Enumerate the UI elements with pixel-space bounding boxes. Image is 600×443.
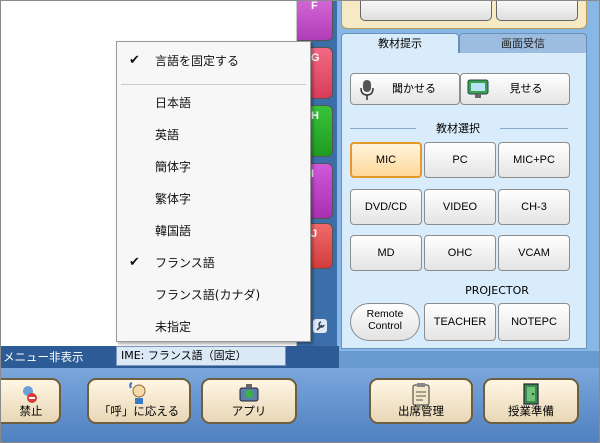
ime-status[interactable]: IME: フランス語（固定） — [116, 346, 286, 366]
apuri-button[interactable]: アプリ — [201, 378, 297, 424]
miseru-label: 見せる — [509, 83, 543, 95]
source-video-button[interactable]: VIDEO — [424, 189, 496, 225]
microphone-icon — [360, 80, 374, 100]
source-label: VIDEO — [442, 201, 478, 213]
application-window: F G H I J 教材提示 画面受信 聞かせる 見せる 教材選択 MIC PC… — [0, 0, 600, 443]
jugyo-button[interactable]: 授業準備 — [483, 378, 579, 424]
source-mic-pc-button[interactable]: MIC+PC — [498, 142, 570, 178]
kinshi-label: 禁止 — [19, 406, 43, 418]
menu-item-korean[interactable]: 韓国語 — [117, 218, 310, 244]
divider — [350, 128, 416, 129]
menu-item-label: 未指定 — [155, 320, 192, 334]
menu-item-label: 簡体字 — [155, 160, 192, 174]
projector-label: TEACHER — [433, 316, 487, 328]
menu-item-label: 繁体字 — [155, 192, 192, 206]
source-pc-button[interactable]: PC — [424, 142, 496, 178]
projector-label: NOTEPC — [511, 316, 557, 328]
wrench-icon[interactable] — [313, 319, 327, 333]
source-label: VCAM — [518, 247, 550, 259]
language-context-menu: ✔ 言語を固定する 日本語 英語 簡体字 繁体字 韓国語 ✔ フランス語 フラン… — [116, 41, 311, 342]
projector-section-label: PROJECTOR — [465, 284, 529, 297]
menu-item-english[interactable]: 英語 — [117, 122, 310, 148]
menu-item-japanese[interactable]: 日本語 — [117, 90, 310, 116]
kikaseru-button[interactable]: 聞かせる — [350, 73, 460, 105]
monitor-icon — [467, 79, 489, 98]
source-label: PC — [452, 154, 468, 166]
remote-label-line2: Control — [368, 320, 402, 332]
source-label: MIC+PC — [513, 154, 555, 166]
top-strip-button-right[interactable] — [496, 1, 578, 21]
menu-item-french[interactable]: ✔ フランス語 — [117, 250, 310, 276]
kinshi-button[interactable]: 禁止 — [1, 378, 61, 424]
shukketsu-label: 出席管理 — [398, 406, 444, 418]
jugyo-label: 授業準備 — [508, 406, 554, 418]
source-ohc-button[interactable]: OHC — [424, 235, 496, 271]
panel-tabs: 教材提示 画面受信 — [341, 33, 587, 53]
projector-teacher-button[interactable]: TEACHER — [424, 303, 496, 341]
menu-item-label: 韓国語 — [155, 224, 192, 238]
remote-label-line1: Remote — [366, 308, 404, 320]
source-label: MIC — [375, 154, 397, 166]
kyozai-section-label: 教材選択 — [436, 122, 480, 135]
source-ch3-button[interactable]: CH-3 — [498, 189, 570, 225]
divider — [500, 128, 568, 129]
menu-hidden-toggle[interactable]: メニュー非表示 — [3, 349, 84, 365]
source-md-button[interactable]: MD — [350, 235, 422, 271]
kikaseru-label: 聞かせる — [392, 83, 436, 95]
projector-notepc-button[interactable]: NOTEPC — [498, 303, 570, 341]
check-icon: ✔ — [129, 255, 140, 270]
menu-item-lock-language[interactable]: ✔ 言語を固定する — [117, 48, 310, 74]
check-icon: ✔ — [129, 53, 140, 68]
remote-control-button[interactable]: Remote Control — [350, 303, 420, 341]
yobi-label: 「呼」に応える — [98, 406, 180, 418]
menu-item-traditional-chinese[interactable]: 繁体字 — [117, 186, 310, 212]
menu-separator — [121, 84, 306, 85]
source-label: MD — [377, 247, 395, 259]
menu-item-label: 言語を固定する — [155, 54, 240, 68]
menu-item-unspecified[interactable]: 未指定 — [117, 314, 310, 340]
top-strip-button-left[interactable] — [360, 1, 492, 21]
source-label: DVD/CD — [364, 201, 408, 213]
source-label: CH-3 — [521, 201, 547, 213]
menu-item-label: 日本語 — [155, 96, 192, 110]
source-label: OHC — [447, 247, 473, 259]
source-vcam-button[interactable]: VCAM — [498, 235, 570, 271]
source-mic-button[interactable]: MIC — [350, 142, 422, 178]
menu-item-label: 英語 — [155, 128, 180, 142]
miseru-button[interactable]: 見せる — [460, 73, 570, 105]
tab-kyozai-teiji[interactable]: 教材提示 — [341, 33, 459, 53]
tab-gamen-jushin[interactable]: 画面受信 — [459, 33, 587, 53]
menu-item-label: フランス語 — [155, 256, 215, 270]
kyozai-panel: 聞かせる 見せる 教材選択 MIC PC MIC+PC DVD/CD VIDEO… — [341, 53, 587, 349]
source-dvd-cd-button[interactable]: DVD/CD — [350, 189, 422, 225]
shukketsu-button[interactable]: 出席管理 — [369, 378, 473, 424]
menu-item-simplified-chinese[interactable]: 簡体字 — [117, 154, 310, 180]
menu-item-french-canada[interactable]: フランス語(カナダ) — [117, 282, 310, 308]
yobi-button[interactable]: 「呼」に応える — [87, 378, 191, 424]
apuri-label: アプリ — [231, 406, 267, 418]
top-toolbar-strip — [341, 1, 587, 29]
side-tab-f[interactable]: F — [297, 1, 333, 41]
menu-item-label: フランス語(カナダ) — [155, 288, 261, 302]
